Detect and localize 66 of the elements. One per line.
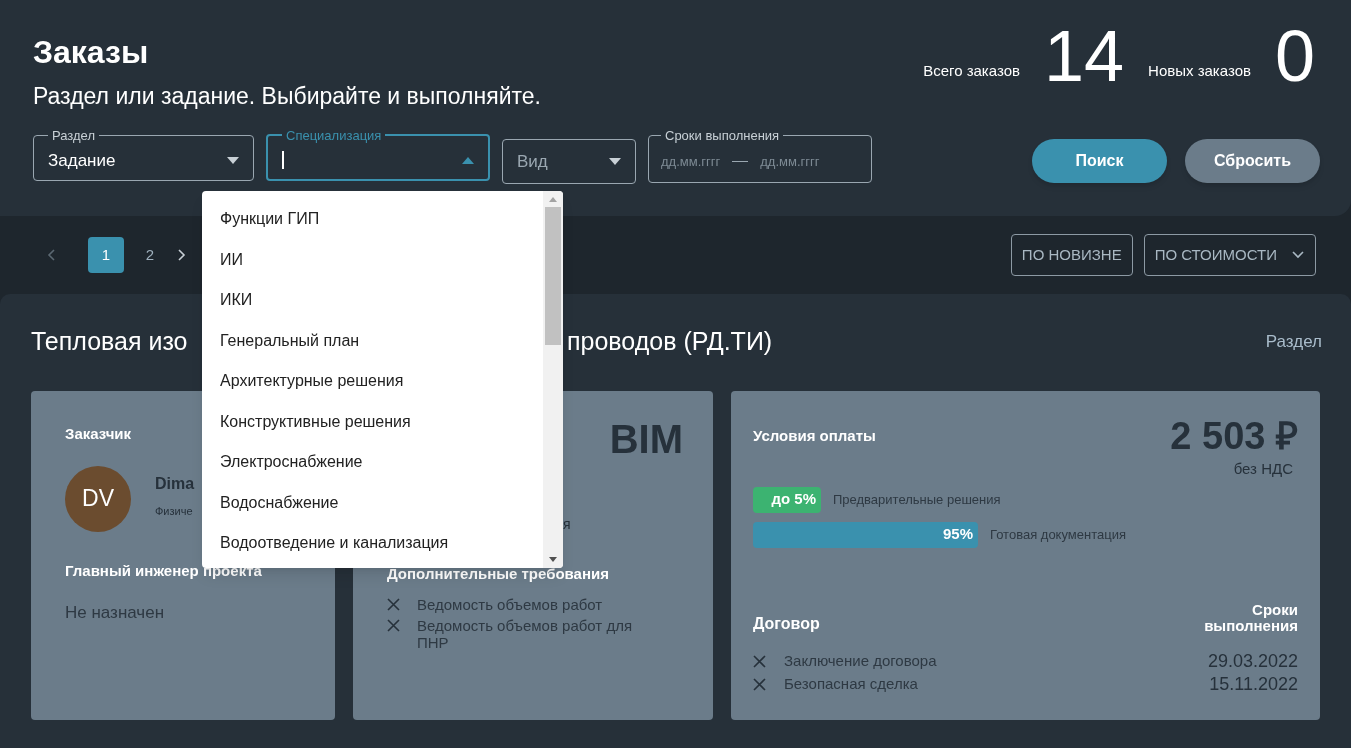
field-label: Раздел xyxy=(51,128,96,142)
select-field[interactable]: Специализация xyxy=(266,128,490,181)
caret-icon xyxy=(227,157,239,165)
avatar: DV xyxy=(65,465,131,532)
card-heading: Дополнительные требования xyxy=(387,564,610,584)
stage-chip: до 5% xyxy=(753,486,821,513)
section-link[interactable]: Раздел xyxy=(1265,329,1322,355)
page-button[interactable]: 1 xyxy=(88,237,124,273)
order-title: Тепловая изо xyxy=(31,326,188,358)
card-heading: Условия оплаты xyxy=(753,426,876,446)
cross-icon xyxy=(387,597,400,611)
requirement-text: Ведомость объемов работ для ПНР xyxy=(417,616,634,651)
page-title: Заказы xyxy=(33,36,150,68)
menu-item[interactable]: Генеральный план xyxy=(202,320,543,361)
reset-button[interactable]: Сбросить xyxy=(1185,139,1320,184)
sort-button[interactable]: ПО НОВИЗНЕ xyxy=(1010,234,1133,276)
page-button[interactable]: 2 xyxy=(132,237,168,273)
order-title: проводов (РД.ТИ) xyxy=(567,326,773,358)
field-label: Сроки выполнения xyxy=(664,128,781,142)
cross-icon xyxy=(753,654,766,668)
stage-bar: 95% xyxy=(753,521,978,548)
search-button[interactable]: Поиск xyxy=(1032,139,1167,184)
price: 2 503 ₽ xyxy=(1170,417,1298,455)
menu-item[interactable]: Функции ГИП xyxy=(202,199,543,240)
date-placeholder: дд.мм.гггг xyxy=(760,153,820,171)
caret-icon xyxy=(462,156,474,164)
deadline-date: 29.03.2022 xyxy=(1207,649,1298,673)
deadline-date: 15.11.2022 xyxy=(1209,672,1298,696)
card-heading: Заказчик xyxy=(65,424,133,444)
cross-icon xyxy=(387,618,400,632)
engineer-value: Не назначен xyxy=(65,602,166,624)
stat-value: 0 xyxy=(1274,20,1315,92)
field-placeholder: Вид xyxy=(517,150,548,173)
stage-label: Предварительные решения xyxy=(833,490,1001,509)
format-label: BIM xyxy=(609,419,683,459)
date-range-field[interactable]: Сроки выполнения дд.мм.гггг дд.мм.гггг xyxy=(648,128,872,183)
customer-name: Dima xyxy=(155,473,195,494)
scrollbar[interactable] xyxy=(543,191,563,568)
menu-item[interactable]: ИКИ xyxy=(202,280,543,321)
menu-item[interactable]: Архитектурные решения xyxy=(202,361,543,402)
menu-item[interactable]: ИИ xyxy=(202,239,543,280)
requirement-text: Ведомость объемов работ xyxy=(417,595,604,613)
text-cursor xyxy=(282,151,284,170)
stat-value: 14 xyxy=(1043,20,1125,92)
caret-icon xyxy=(609,157,621,165)
price-note: без НДС xyxy=(1233,459,1293,479)
menu-item[interactable]: Электроснабжение xyxy=(202,442,543,483)
contract-item: Безопасная сделка xyxy=(784,673,918,694)
page-subtitle: Раздел или задание. Выбирайте и выполняйте. xyxy=(33,82,541,111)
cross-icon xyxy=(753,677,766,691)
customer-type: Физиче xyxy=(155,503,194,519)
card-heading: Сроки выполнения xyxy=(1203,601,1298,634)
text-fragment: я xyxy=(563,517,571,531)
field-value: Задание xyxy=(48,150,116,172)
menu-item[interactable]: Конструктивные решения xyxy=(202,401,543,442)
menu-item[interactable]: Водоснабжение xyxy=(202,482,543,523)
date-placeholder: дд.мм.гггг xyxy=(661,153,721,171)
sort-button[interactable]: ПО СТОИМОСТИ xyxy=(1143,234,1316,276)
stat-label: Новых заказов xyxy=(1148,60,1251,81)
field-label: Специализация xyxy=(285,128,383,142)
stage-label: Готовая документация xyxy=(990,525,1126,544)
card-heading: Договор xyxy=(753,613,820,634)
select-field[interactable]: Вид xyxy=(502,138,636,184)
stat-label: Всего заказов xyxy=(923,60,1020,81)
contract-item: Заключение договора xyxy=(784,650,937,671)
select-field[interactable]: Раздел Задание xyxy=(33,128,254,181)
